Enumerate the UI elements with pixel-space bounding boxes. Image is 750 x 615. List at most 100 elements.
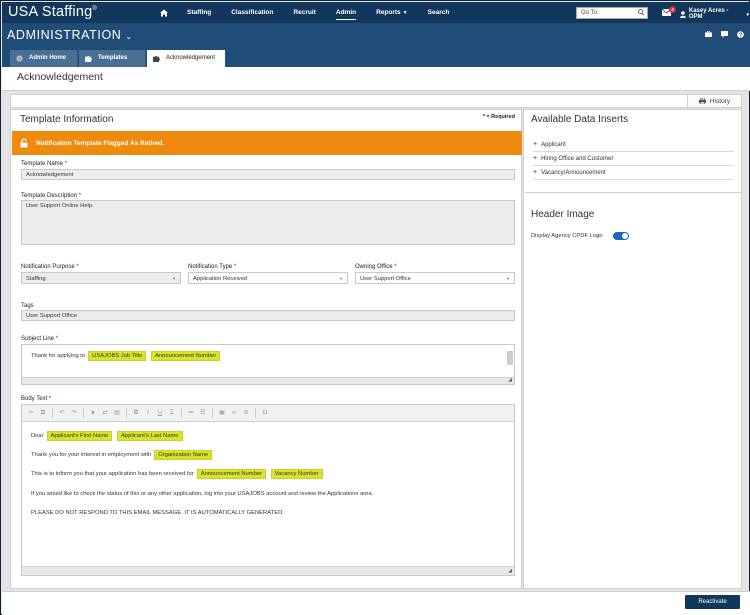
- undo-icon[interactable]: ↶: [57, 408, 67, 418]
- header-image-title: Header Image: [531, 209, 595, 220]
- user-menu[interactable]: Kasey Acres - OPM ▼: [680, 8, 750, 20]
- resize-handle-icon[interactable]: ◢: [508, 568, 512, 574]
- link-icon[interactable]: ∞: [229, 408, 239, 418]
- template-name-field[interactable]: Acknowledgement: [21, 169, 515, 180]
- body-text-label-text: Body Text: [21, 396, 48, 402]
- chevron-down-icon: ▼: [339, 276, 343, 281]
- numbered-list-icon[interactable]: ≔: [186, 408, 196, 418]
- insert-applicant-last-name[interactable]: Applicant's Last Name: [117, 431, 183, 441]
- notification-type-select[interactable]: Application Received ▼: [188, 272, 348, 284]
- tags-field[interactable]: User Support Office: [21, 310, 515, 321]
- main-nav: Staffing Classification Recruit Admin Re…: [160, 2, 469, 23]
- clear-format-icon[interactable]: Ꮖ: [167, 408, 177, 418]
- toolbar-divider: [255, 408, 256, 418]
- print-icon: [698, 98, 706, 104]
- insert-group-vacancy[interactable]: + Vacancy/Announcement: [533, 166, 734, 180]
- tab-bar: Admin Home Templates Acknowledgement: [2, 46, 750, 67]
- toolbar-divider: [126, 408, 127, 418]
- body-line-dear: Dear Applicant's First Name Applicant's L…: [31, 431, 183, 441]
- unlink-icon[interactable]: ⊘: [241, 408, 251, 418]
- body-text-editor[interactable]: ✂ ⧉ ↶ ↷ ⌕ ⇄ ▤ B I U Ꮖ ≔ ☰ ▣ ∞ ⊘ Ω Dear A…: [21, 404, 515, 576]
- required-note: * = Required: [482, 114, 515, 120]
- footer-bar: Reactivate: [2, 591, 750, 615]
- owning-office-label: Owning Office *: [355, 264, 397, 270]
- usa-staffing-logo[interactable]: USA Staffing®: [8, 4, 97, 20]
- italic-icon[interactable]: I: [143, 408, 153, 418]
- insert-organization-name[interactable]: Organization Name: [154, 450, 213, 460]
- page-header: Acknowledgement: [2, 67, 750, 91]
- template-description-field[interactable]: User Support Online Help: [21, 200, 515, 245]
- notification-purpose-select[interactable]: Staffing ▼: [21, 272, 181, 284]
- notification-type-label-text: Notification Type: [188, 264, 233, 270]
- nav-reports[interactable]: Reports ▼: [376, 2, 408, 23]
- nav-admin[interactable]: Admin: [335, 2, 357, 23]
- app-window: USA Staffing® Staffing Classification Re…: [0, 0, 750, 615]
- insert-announcement-number[interactable]: Announcement Number: [151, 351, 221, 361]
- nav-search[interactable]: Search: [428, 2, 450, 23]
- template-name-label: Template Name *: [21, 161, 68, 167]
- insert-usajobs-job-title[interactable]: USAJOBS Job Title: [88, 351, 147, 361]
- editor-footer: ◢: [22, 377, 514, 384]
- bold-icon[interactable]: B: [131, 408, 141, 418]
- scrollbar[interactable]: [507, 351, 513, 365]
- search-icon[interactable]: [638, 9, 645, 18]
- reactivate-button[interactable]: Reactivate: [685, 595, 740, 609]
- cpdf-logo-setting: Display Agency CPDF Logo: [531, 231, 641, 242]
- subject-line-label-text: Subject Line: [21, 336, 55, 342]
- nav-recruit[interactable]: Recruit: [293, 2, 315, 23]
- body-text-label: Body Text *: [21, 396, 52, 402]
- owning-office-select[interactable]: User Support Office ▼: [355, 272, 515, 284]
- nav-classification[interactable]: Classification: [231, 2, 273, 23]
- puzzle-icon: [153, 55, 160, 62]
- module-title[interactable]: ADMINISTRATION ⌄: [7, 28, 133, 42]
- template-information-panel: Template Information * = Required Notifi…: [10, 109, 522, 589]
- history-button[interactable]: History: [687, 95, 741, 107]
- cut-icon[interactable]: ✂: [26, 408, 36, 418]
- insert-group-hiring-office[interactable]: + Hiring Office and Customer: [533, 152, 734, 166]
- tab-templates[interactable]: Templates: [79, 50, 146, 67]
- subject-line-text: Thank for applying to USAJOBS Job Title A…: [31, 351, 221, 361]
- insert-group-applicant[interactable]: + Applicant: [533, 138, 734, 152]
- chevron-down-icon: ▼: [745, 11, 750, 17]
- insert-group-hiring-office-label: Hiring Office and Customer: [541, 156, 614, 162]
- subject-line-editor[interactable]: Thank for applying to USAJOBS Job Title A…: [21, 344, 515, 385]
- sidebar-panel: Available Data Inserts + Applicant + Hirin…: [523, 109, 742, 589]
- insert-announcement-number[interactable]: Announcement Number: [196, 469, 266, 479]
- notification-purpose-value: Staffing: [26, 276, 46, 282]
- available-data-inserts-title: Available Data Inserts: [531, 114, 629, 125]
- insert-vacancy-number[interactable]: Vacancy Number: [270, 469, 323, 479]
- bullet-list-icon[interactable]: ☰: [198, 408, 208, 418]
- toolbar-divider: [212, 408, 213, 418]
- tags-label: Tags: [21, 303, 34, 309]
- home-icon[interactable]: [160, 9, 168, 17]
- cpdf-logo-toggle[interactable]: [613, 232, 629, 240]
- comment-icon[interactable]: [721, 31, 728, 38]
- chevron-down-icon: ▼: [402, 10, 408, 16]
- redo-icon[interactable]: ↷: [69, 408, 79, 418]
- divider: [525, 192, 741, 193]
- copy-icon[interactable]: ⧉: [38, 408, 48, 418]
- select-all-icon[interactable]: ▤: [112, 408, 122, 418]
- image-icon[interactable]: ▣: [217, 408, 227, 418]
- gear-icon: [16, 55, 23, 62]
- owning-office-value: User Support Office: [360, 276, 411, 282]
- tab-templates-label: Templates: [98, 55, 128, 61]
- insert-applicant-first-name[interactable]: Applicant's First Name: [46, 431, 113, 441]
- insert-group-vacancy-label: Vacancy/Announcement: [541, 170, 606, 176]
- tab-acknowledgement-label: Acknowledgement: [166, 55, 216, 61]
- special-character-icon[interactable]: Ω: [260, 408, 270, 418]
- retired-flag-banner: Notification Template Flagged As Retired…: [12, 131, 522, 155]
- tab-admin-home[interactable]: Admin Home: [10, 50, 78, 67]
- help-icon[interactable]: ?: [737, 31, 744, 39]
- goto-input[interactable]: Go To: [576, 7, 648, 19]
- tab-acknowledgement[interactable]: Acknowledgement: [147, 50, 226, 67]
- tab-admin-home-label: Admin Home: [29, 55, 67, 61]
- nav-staffing[interactable]: Staffing: [187, 2, 211, 23]
- underline-icon[interactable]: U: [155, 408, 165, 418]
- goto-placeholder: Go To: [581, 10, 597, 16]
- find-icon[interactable]: ⌕: [88, 408, 98, 418]
- replace-icon[interactable]: ⇄: [100, 408, 110, 418]
- briefcase-icon[interactable]: [705, 30, 712, 37]
- plus-icon: +: [533, 155, 538, 162]
- resize-handle-icon[interactable]: ◢: [508, 377, 512, 383]
